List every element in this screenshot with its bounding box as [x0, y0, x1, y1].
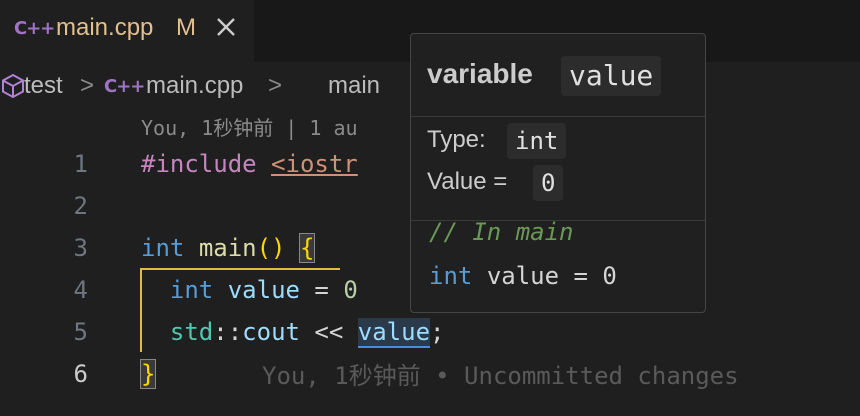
line-number: 1	[73, 150, 88, 178]
hover-type-label: Type:	[427, 126, 486, 153]
editor-window: C++ main.cpp M test > C++ main.cpp > mai…	[0, 0, 860, 416]
hover-type-value: int	[507, 123, 567, 159]
code-line[interactable]: int main() {	[141, 233, 316, 263]
line-number-active: 6	[73, 360, 88, 388]
code-line[interactable]: }	[139, 359, 157, 389]
cpp-file-icon: C++	[104, 76, 145, 97]
breadcrumb-symbol[interactable]: main	[328, 72, 380, 100]
cpp-file-icon: C++	[14, 18, 55, 39]
line-number: 2	[73, 192, 88, 220]
breadcrumb-separator: >	[80, 72, 95, 99]
modified-badge: M	[176, 14, 196, 41]
type-keyword: int	[141, 234, 185, 262]
breadcrumb-file[interactable]: main.cpp	[146, 72, 243, 100]
open-brace: {	[298, 233, 316, 263]
hovered-variable[interactable]: value	[357, 318, 431, 348]
namespace: std	[169, 318, 214, 346]
line-number: 3	[73, 234, 88, 262]
tab-filename: main.cpp	[56, 14, 154, 41]
close-icon[interactable]	[212, 12, 240, 42]
hover-divider	[411, 116, 705, 117]
function-name: main	[198, 234, 257, 262]
close-brace: }	[139, 359, 157, 389]
breadcrumb-folder[interactable]: test	[24, 72, 63, 100]
include-directive: #include	[141, 150, 257, 178]
breadcrumb: test > C++ main.cpp > main	[0, 72, 380, 104]
code-line[interactable]: #include <iostr	[141, 150, 358, 178]
tab-main-cpp[interactable]: C++ main.cpp M	[0, 0, 254, 62]
cube-icon	[1, 73, 24, 99]
breadcrumb-separator: >	[268, 72, 283, 99]
type-keyword: int	[169, 276, 214, 304]
line-number: 4	[73, 276, 88, 304]
code-line[interactable]: int value = 0	[141, 276, 358, 304]
scope-operator: ::	[213, 318, 243, 346]
hover-declaration: int value = 0	[429, 262, 617, 290]
codelens-blame[interactable]: You, 1秒钟前 | 1 au	[141, 112, 358, 141]
stream-operator: <<	[314, 318, 344, 346]
include-header[interactable]: <iostr	[271, 150, 358, 178]
variable-name: value	[227, 276, 300, 304]
bracket-scope-guide	[140, 268, 340, 270]
hover-tooltip: variable value Type: int Value = 0 // In…	[410, 33, 706, 313]
hover-value-label: Value =	[427, 168, 508, 195]
decl-type: int	[429, 262, 473, 290]
number-literal: 0	[343, 276, 358, 304]
hover-kind: variable	[427, 58, 533, 89]
parens: ()	[256, 234, 286, 262]
variable-name: cout	[242, 318, 300, 346]
decl-rest: value = 0	[486, 262, 617, 290]
inline-blame: You, 1秒钟前 • Uncommitted changes	[262, 362, 739, 390]
line-number: 5	[73, 318, 88, 346]
hover-comment: // In main	[429, 218, 574, 246]
hover-symbol-name: value	[561, 56, 662, 96]
hover-value-value: 0	[533, 165, 564, 201]
code-line[interactable]: std::cout << value;	[141, 318, 445, 348]
semicolon: ;	[430, 318, 445, 346]
assign-operator: =	[314, 276, 329, 304]
